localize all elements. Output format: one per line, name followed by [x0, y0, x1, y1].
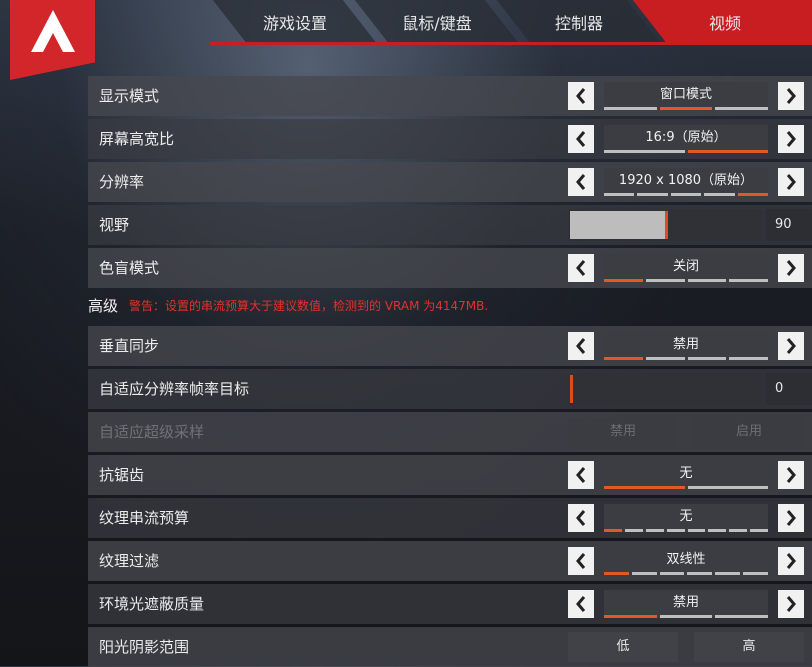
setting-label: 纹理串流预算 [99, 509, 190, 527]
prev-arrow-button[interactable] [568, 254, 594, 282]
value-text: 禁用 [672, 337, 699, 352]
setting-label: 抗锯齿 [99, 466, 145, 484]
prev-arrow-button[interactable] [568, 125, 594, 153]
tab-controller-label: 控制器 [554, 14, 603, 33]
apex-logo [10, 0, 95, 80]
value-selector: 窗口模式 [604, 82, 769, 110]
setting-display-mode: 显示模式 窗口模式 [88, 76, 812, 116]
value-selector: 禁用 [604, 332, 768, 360]
adaptive-resolution-slider[interactable] [568, 373, 762, 405]
option-indicator [604, 529, 768, 532]
value-text: 无 [679, 466, 693, 481]
setting-label: 显示模式 [99, 87, 160, 105]
setting-resolution: 分辨率 1920 x 1080（原始） [88, 162, 812, 202]
setting-aspect-ratio: 屏幕高宽比 16:9（原始） [88, 119, 812, 159]
setting-label: 环境光遮蔽质量 [99, 595, 205, 613]
value-text: 禁用 [672, 595, 699, 610]
next-arrow-button[interactable] [778, 590, 804, 618]
option-indicator [604, 279, 768, 282]
slider-handle[interactable] [665, 211, 668, 239]
option-indicator [604, 486, 768, 489]
next-arrow-button[interactable] [778, 547, 804, 575]
setting-label: 屏幕高宽比 [99, 130, 175, 148]
slider-handle[interactable] [570, 375, 573, 403]
value-selector: 双线性 [604, 547, 768, 575]
setting-label: 纹理过滤 [99, 552, 160, 570]
high-option-button[interactable]: 高 [694, 632, 804, 662]
tab-mouse-keyboard-label: 鼠标/键盘 [402, 14, 472, 33]
setting-label: 自适应超级采样 [99, 423, 205, 441]
setting-label: 分辨率 [99, 173, 145, 191]
setting-label: 垂直同步 [99, 337, 160, 355]
next-arrow-button[interactable] [778, 82, 804, 110]
next-arrow-button[interactable] [778, 254, 804, 282]
prev-arrow-button[interactable] [568, 82, 594, 110]
adaptive-resolution-value: 0 [766, 373, 812, 405]
prev-arrow-button[interactable] [568, 504, 594, 532]
value-selector: 无 [604, 504, 768, 532]
next-arrow-button[interactable] [778, 125, 804, 153]
setting-label: 色盲模式 [99, 259, 160, 277]
setting-adaptive-resolution-target: 自适应分辨率帧率目标 0 [88, 369, 812, 409]
vram-warning: 警告：设置的串流预算大于建议数值，检测到的 VRAM 为4147MB. [129, 299, 489, 313]
value-selector: 禁用 [604, 590, 769, 618]
setting-adaptive-supersampling: 自适应超级采样 禁用 启用 [88, 412, 812, 452]
option-indicator [604, 357, 768, 360]
setting-colorblind-mode: 色盲模式 关闭 [88, 248, 812, 288]
value-selector: 16:9（原始） [604, 125, 768, 153]
value-selector: 无 [604, 461, 768, 489]
prev-arrow-button[interactable] [568, 547, 594, 575]
value-text: 无 [679, 509, 693, 524]
next-arrow-button[interactable] [778, 504, 804, 532]
prev-arrow-button[interactable] [568, 332, 594, 360]
top-navigation: 游戏设置 鼠标/键盘 控制器 视频 [0, 0, 812, 80]
tab-game-settings-label: 游戏设置 [262, 14, 327, 33]
next-arrow-button[interactable] [778, 461, 804, 489]
setting-sun-shadow-coverage: 阳光阴影范围 低 高 [88, 627, 812, 667]
advanced-header: 高级 警告：设置的串流预算大于建议数值，检测到的 VRAM 为4147MB. [88, 292, 812, 320]
fov-slider[interactable] [568, 209, 762, 241]
next-arrow-button[interactable] [778, 168, 804, 196]
prev-arrow-button[interactable] [568, 590, 594, 618]
setting-texture-filtering: 纹理过滤 双线性 [88, 541, 812, 581]
option-indicator [604, 193, 769, 196]
option-indicator [604, 150, 768, 153]
setting-label: 自适应分辨率帧率目标 [99, 380, 250, 398]
disable-option-button: 禁用 [568, 417, 678, 447]
tab-video[interactable]: 视频 [632, 0, 812, 44]
value-text: 双线性 [666, 552, 706, 567]
tab-mouse-keyboard[interactable]: 鼠标/键盘 [354, 0, 520, 44]
option-indicator [604, 615, 769, 618]
advanced-title: 高级 [88, 297, 119, 315]
value-text: 窗口模式 [659, 87, 712, 102]
prev-arrow-button[interactable] [568, 461, 594, 489]
slider-fill [570, 211, 665, 239]
setting-vsync: 垂直同步 禁用 [88, 326, 812, 366]
setting-label: 阳光阴影范围 [99, 638, 190, 656]
tab-game-settings[interactable]: 游戏设置 [212, 0, 378, 44]
setting-ambient-occlusion: 环境光遮蔽质量 禁用 [88, 584, 812, 624]
value-text: 1920 x 1080（原始） [618, 173, 754, 188]
value-text: 16:9（原始） [645, 130, 727, 145]
tab-controller[interactable]: 控制器 [496, 0, 662, 44]
tab-video-label: 视频 [708, 14, 741, 33]
setting-texture-streaming-budget: 纹理串流预算 无 [88, 498, 812, 538]
value-selector: 关闭 [604, 254, 768, 282]
setting-fov: 视野 90 [88, 205, 812, 245]
value-selector: 1920 x 1080（原始） [604, 168, 769, 196]
enable-option-button: 启用 [694, 417, 804, 447]
next-arrow-button[interactable] [778, 332, 804, 360]
option-indicator [604, 107, 769, 110]
setting-anti-aliasing: 抗锯齿 无 [88, 455, 812, 495]
setting-label: 视野 [99, 216, 130, 234]
tab-underline [210, 42, 812, 45]
prev-arrow-button[interactable] [568, 168, 594, 196]
value-text: 关闭 [672, 259, 699, 274]
fov-value: 90 [766, 209, 812, 241]
option-indicator [604, 572, 768, 575]
low-option-button[interactable]: 低 [568, 632, 678, 662]
